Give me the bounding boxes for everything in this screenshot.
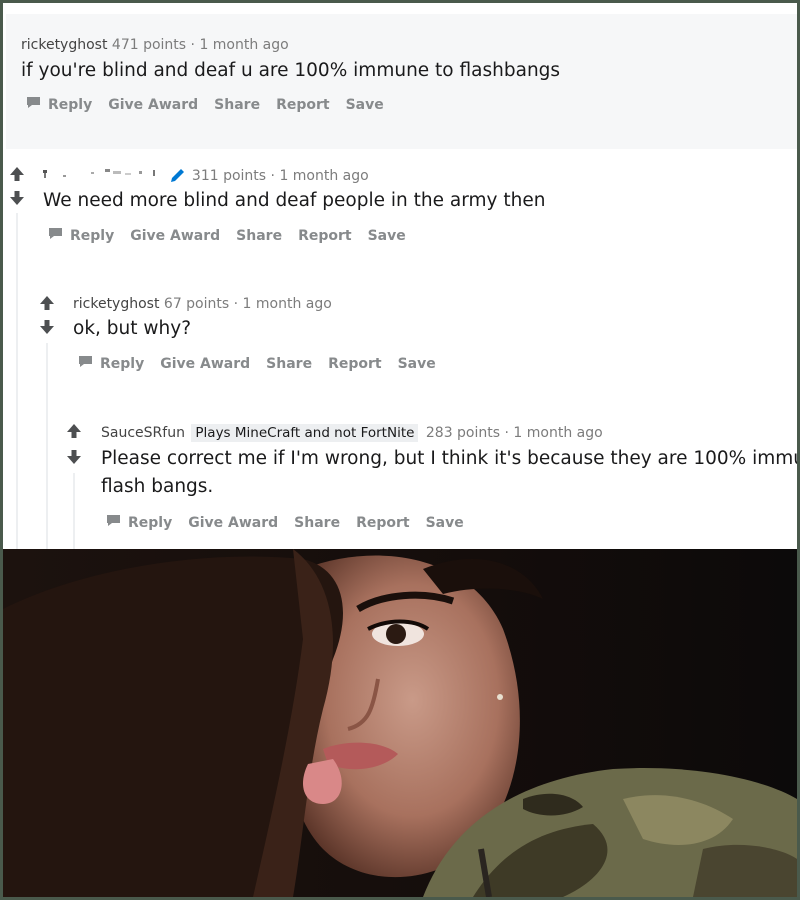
thread-line[interactable]: [16, 213, 18, 549]
comment-4-votes: [66, 423, 82, 465]
report-button[interactable]: Report: [328, 356, 382, 372]
chat-bubble-icon: [78, 355, 93, 368]
reaction-photo: [3, 549, 797, 897]
save-button[interactable]: Save: [368, 228, 406, 244]
comment-4-actions: Reply Give Award Share Report Save: [106, 514, 797, 531]
report-button[interactable]: Report: [356, 515, 410, 531]
share-button[interactable]: Share: [214, 97, 260, 113]
save-button[interactable]: Save: [398, 356, 436, 372]
comment-points: 471 points: [111, 37, 187, 53]
comment-3-text: ok, but why?: [73, 318, 192, 339]
report-button[interactable]: Report: [276, 97, 330, 113]
comment-2-actions: Reply Give Award Share Report Save: [48, 227, 545, 244]
share-button[interactable]: Share: [236, 228, 282, 244]
give-award-button[interactable]: Give Award: [108, 97, 198, 113]
comment-4: SauceSRfun Plays MineCraft and not FortN…: [101, 424, 797, 531]
comment-2-votes: [9, 166, 25, 206]
chat-bubble-icon: [48, 227, 63, 240]
meta-separator: ·: [233, 296, 239, 312]
share-button[interactable]: Share: [266, 356, 312, 372]
comment-author-redacted[interactable]: [43, 168, 192, 184]
comment-age: 1 month ago: [279, 168, 369, 184]
share-button[interactable]: Share: [294, 515, 340, 531]
arrow-up-icon[interactable]: [9, 166, 25, 182]
reply-button[interactable]: Reply: [26, 96, 92, 113]
comment-1-actions: Reply Give Award Share Report Save: [26, 96, 560, 113]
reply-button[interactable]: Reply: [78, 355, 144, 372]
comment-3-actions: Reply Give Award Share Report Save: [78, 355, 452, 372]
meme-frame: ricketyghost 471 points · 1 month ago if…: [3, 3, 797, 897]
report-button[interactable]: Report: [298, 228, 352, 244]
comment-2-meta: 311 points · 1 month ago: [43, 166, 545, 184]
comment-3-votes: [39, 295, 55, 335]
comment-author[interactable]: ricketyghost: [21, 37, 107, 53]
comment-1-text: if you're blind and deaf u are 100% immu…: [21, 60, 561, 81]
arrow-up-icon[interactable]: [66, 423, 82, 439]
comment-author[interactable]: ricketyghost: [73, 296, 159, 312]
thread-line[interactable]: [46, 343, 48, 549]
comment-age: 1 month ago: [199, 37, 289, 53]
reply-button[interactable]: Reply: [106, 514, 172, 531]
give-award-button[interactable]: Give Award: [160, 356, 250, 372]
comment-3: ricketyghost 67 points · 1 month ago ok,…: [73, 296, 452, 372]
arrow-up-icon[interactable]: [39, 295, 55, 311]
comment-3-meta: ricketyghost 67 points · 1 month ago: [73, 296, 452, 312]
arrow-down-icon[interactable]: [39, 319, 55, 335]
arrow-down-icon[interactable]: [66, 449, 82, 465]
redacted-username: [43, 169, 155, 178]
comment-4-text-line-1: Please correct me if I'm wrong, but I th…: [101, 448, 797, 469]
comment-4-meta: SauceSRfun Plays MineCraft and not FortN…: [101, 424, 797, 442]
comment-points: 283 points: [425, 425, 501, 441]
reaction-photo-illustration: [3, 549, 797, 897]
comment-age: 1 month ago: [242, 296, 332, 312]
pencil-icon: [171, 169, 185, 182]
save-button[interactable]: Save: [426, 515, 464, 531]
give-award-button[interactable]: Give Award: [130, 228, 220, 244]
comment-author[interactable]: SauceSRfun: [101, 425, 185, 441]
chat-bubble-icon: [26, 96, 41, 109]
save-button[interactable]: Save: [346, 97, 384, 113]
comment-2: 311 points · 1 month ago We need more bl…: [43, 166, 545, 244]
meta-separator: ·: [504, 425, 509, 441]
thread-line[interactable]: [73, 473, 75, 549]
arrow-down-icon[interactable]: [9, 190, 25, 206]
comment-4-text-line-2: flash bangs.: [101, 476, 214, 497]
reply-button[interactable]: Reply: [48, 227, 114, 244]
user-flair: Plays MineCraft and not FortNite: [191, 424, 419, 442]
comment-age: 1 month ago: [513, 425, 603, 441]
comment-points: 67 points: [163, 296, 230, 312]
comment-1-meta: ricketyghost 471 points · 1 month ago: [21, 37, 560, 53]
meta-separator: ·: [270, 168, 275, 184]
comment-1: ricketyghost 471 points · 1 month ago if…: [21, 37, 560, 113]
meta-separator: ·: [190, 37, 195, 53]
chat-bubble-icon: [106, 514, 121, 527]
comment-points: 311 points: [191, 168, 267, 184]
reddit-thread-screenshot: ricketyghost 471 points · 1 month ago if…: [3, 3, 797, 549]
give-award-button[interactable]: Give Award: [188, 515, 278, 531]
comment-2-text: We need more blind and deaf people in th…: [43, 190, 546, 211]
